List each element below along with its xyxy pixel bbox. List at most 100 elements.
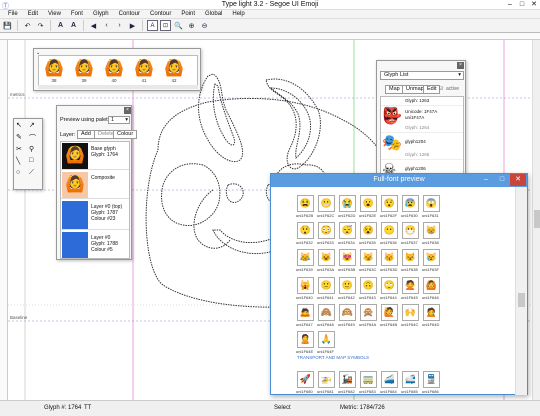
curve-tool-icon[interactable]: ⌒ [29, 133, 36, 143]
glyph-grid[interactable]: 😫 uni1F62B 😬 uni1F62C 😭 uni1F62D 😮 uni1F62E 😯 uni… [271, 187, 515, 395]
glyph-cell[interactable]: 🙈 [318, 304, 335, 321]
glyph-cell[interactable]: 🙍 [423, 304, 440, 321]
glyph-cell[interactable]: 😫 [297, 195, 314, 212]
close-icon[interactable]: × [457, 62, 464, 69]
list-item[interactable]: 👺 Unicode: 1F47A uni1F47A [381, 105, 463, 125]
close-icon[interactable]: × [124, 107, 131, 114]
glyph-cell[interactable]: 😽 [381, 249, 398, 266]
layer-item-0-top[interactable]: Layer #0 (top) Glyph: 1787 Colour #23 [61, 200, 129, 230]
glyph-cell[interactable]: 🙇 [297, 304, 314, 321]
glyph-cell[interactable]: 😾 [402, 249, 419, 266]
palette-glyph-41[interactable]: 🙆 41 [133, 58, 155, 88]
menu-glyph[interactable]: Glyph [88, 10, 114, 18]
menu-help[interactable]: Help [227, 10, 249, 18]
layer-item-base[interactable]: 🙆 Base glyph Glyph: 1764 [61, 142, 129, 170]
node-tool-icon[interactable]: ⚲ [29, 145, 34, 153]
knife-tool-icon[interactable]: ✂ [16, 145, 22, 153]
glyph-cell[interactable]: 😷 [402, 222, 419, 239]
list-item[interactable]: Glyph: 1265 [381, 152, 463, 158]
glyph-cell[interactable]: 🙄 [381, 277, 398, 294]
vertical-scrollbar[interactable] [532, 40, 540, 400]
glyph-cell[interactable]: 🙊 [360, 304, 377, 321]
glyph-cell[interactable]: 😻 [339, 249, 356, 266]
palette-glyph-40[interactable]: 🙆 40 [103, 58, 125, 88]
glyph-cell[interactable]: 😲 [297, 222, 314, 239]
maximize-icon[interactable]: □ [516, 0, 528, 9]
redo-icon[interactable]: ↷ [35, 20, 46, 31]
active-checkbox[interactable]: ☑ [439, 86, 443, 92]
full-font-scrollbar[interactable] [515, 187, 527, 395]
glyph-cell[interactable]: 🙋 [381, 304, 398, 321]
minimize-icon[interactable]: – [504, 0, 516, 9]
zoom-fit-icon[interactable]: ⊕ [186, 20, 197, 31]
palette-glyph-39[interactable]: 🙆 39 [73, 58, 95, 88]
menu-edit[interactable]: Edit [23, 10, 43, 18]
last-glyph-icon[interactable]: ▶ [127, 20, 138, 31]
close-icon[interactable]: ✕ [510, 174, 526, 186]
glyph-list-select[interactable]: Glyph List ▾ [380, 71, 464, 80]
add-layer-button[interactable]: Add [77, 130, 95, 139]
point-select-tool-icon[interactable]: ↗ [29, 121, 35, 129]
prev-glyph-icon[interactable]: ‹ [101, 20, 112, 31]
glyph-cell[interactable]: 🚅 [402, 371, 419, 388]
glyph-cell[interactable]: 😶 [381, 222, 398, 239]
select-tool-icon[interactable]: ↖ [16, 121, 22, 129]
glyph-cell[interactable]: 🚃 [360, 371, 377, 388]
list-item[interactable]: 🎭 glyph1204 [381, 132, 463, 152]
glyph-cell[interactable]: 🙁 [318, 277, 335, 294]
glyph-cell[interactable]: 😺 [318, 249, 335, 266]
minimize-icon[interactable]: – [478, 174, 494, 186]
glyph-cell[interactable]: 😿 [423, 249, 440, 266]
glyph-cell[interactable]: 🙅 [402, 277, 419, 294]
font-increase-icon[interactable]: A [55, 20, 66, 31]
next-glyph-icon[interactable]: › [114, 20, 125, 31]
edit-button[interactable]: Edit [423, 85, 441, 94]
list-item[interactable]: Glyph: 1264 [381, 125, 463, 131]
menu-font[interactable]: Font [66, 10, 88, 18]
glyph-cell[interactable]: 😭 [339, 195, 356, 212]
palette-select[interactable]: 1 ▾ [108, 116, 130, 124]
menu-global[interactable]: Global [200, 10, 227, 18]
menu-contour[interactable]: Contour [114, 10, 145, 18]
list-item[interactable]: Glyph: 1263 [381, 97, 463, 104]
glyph-cell[interactable]: 🚁 [318, 371, 335, 388]
maximize-icon[interactable]: □ [494, 174, 510, 186]
pen-tool-icon[interactable]: ✎ [16, 133, 22, 141]
layer-item-0[interactable]: Layer #0 Glyph: 1788 Colour #5 [61, 231, 129, 258]
menu-file[interactable]: File [3, 10, 23, 18]
glyph-preview-icon[interactable]: A [147, 20, 158, 31]
palette-strip-scrollbar[interactable] [38, 85, 198, 89]
glyph-cell[interactable]: 😱 [423, 195, 440, 212]
measure-tool-icon[interactable]: ⟋ [29, 169, 34, 177]
glyph-cell[interactable]: 😵 [360, 222, 377, 239]
layer-list[interactable]: 🙆 Base glyph Glyph: 1764 🙆 Composite Lay… [60, 141, 130, 259]
glyph-cell[interactable]: 🙏 [318, 331, 335, 348]
line-tool-icon[interactable]: ╲ [16, 157, 20, 165]
glyph-cell[interactable]: 😸 [423, 222, 440, 239]
glyph-cell[interactable]: 🚀 [297, 371, 314, 388]
palette-glyph-38[interactable]: 🙆 38 [43, 58, 65, 88]
layer-item-composite[interactable]: 🙆 Composite [61, 171, 129, 199]
glyph-cell[interactable]: 😳 [318, 222, 335, 239]
glyph-cell[interactable]: 🚄 [381, 371, 398, 388]
glyph-cell[interactable]: 🙉 [339, 304, 356, 321]
zoom-out-icon[interactable]: ⊖ [199, 20, 210, 31]
glyph-cell[interactable]: 🙎 [297, 331, 314, 348]
palette-glyph-42[interactable]: 🙆 42 [163, 58, 185, 88]
menu-view[interactable]: View [43, 10, 66, 18]
scroll-thumb[interactable] [534, 210, 540, 228]
glyph-cell[interactable]: 🙂 [339, 277, 356, 294]
glyph-cell[interactable]: 😬 [318, 195, 335, 212]
glyph-cell[interactable]: 🚆 [423, 371, 440, 388]
colour-button[interactable]: Colour [113, 130, 138, 139]
glyph-cell[interactable]: 😹 [297, 249, 314, 266]
rectangle-tool-icon[interactable]: □ [29, 157, 33, 164]
glyph-cell[interactable]: 😴 [339, 222, 356, 239]
glyph-cell[interactable]: 😯 [381, 195, 398, 212]
close-icon[interactable]: ✕ [528, 0, 540, 9]
glyph-cell[interactable]: 🙆 [423, 277, 440, 294]
menu-point[interactable]: Point [176, 10, 200, 18]
glyph-outline-icon[interactable]: ⊡ [160, 20, 171, 31]
ellipse-tool-icon[interactable]: ○ [16, 169, 20, 176]
glyph-cell[interactable]: 😼 [360, 249, 377, 266]
